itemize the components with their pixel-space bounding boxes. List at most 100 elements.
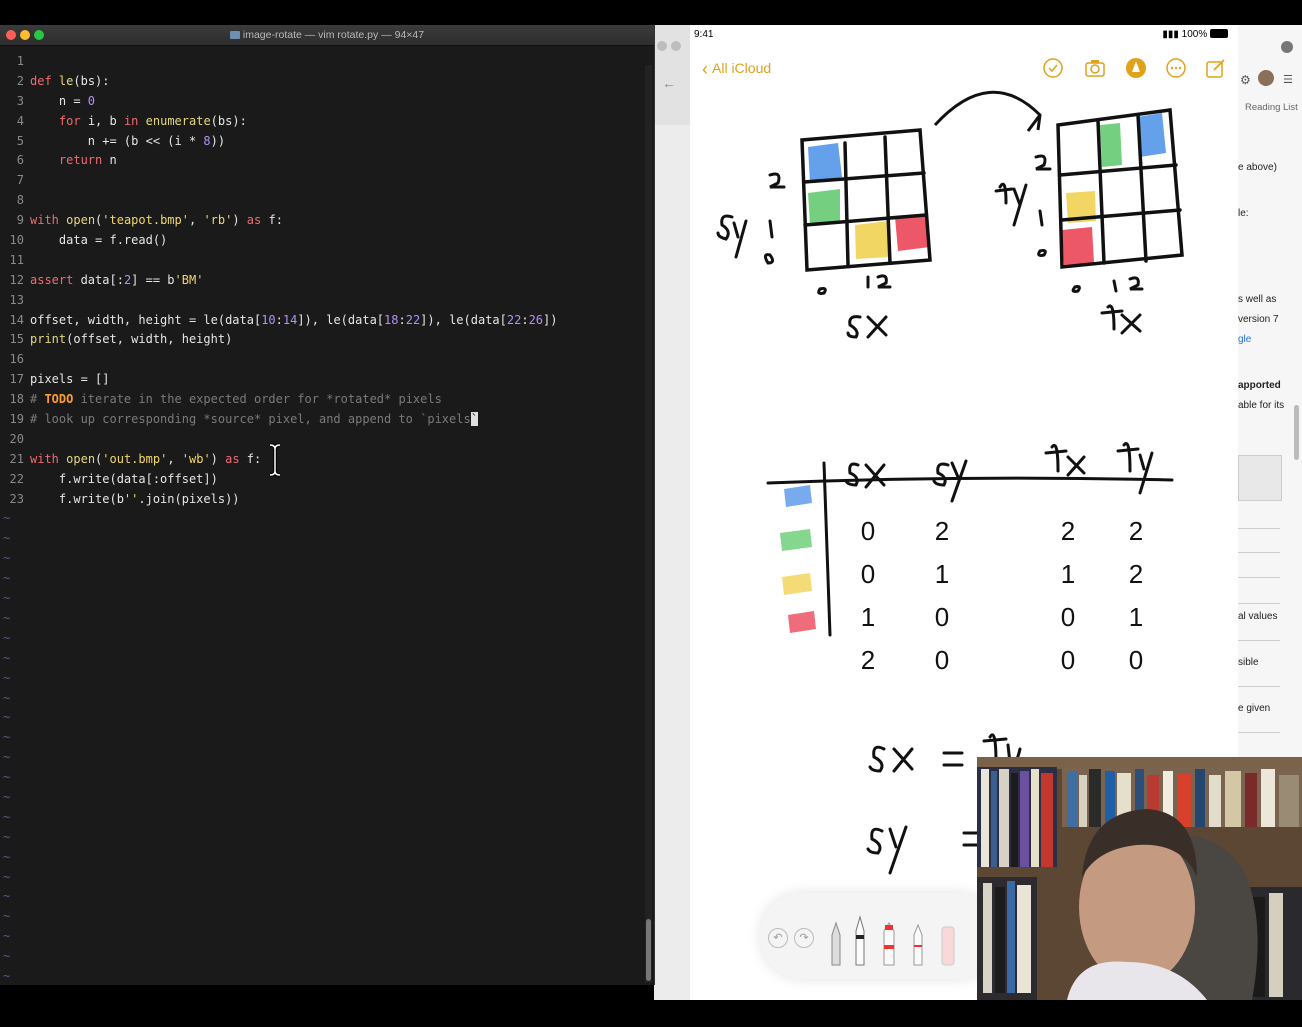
code-text[interactable]: # TODO iterate in the expected order for… [30, 392, 442, 406]
marker-icon [855, 915, 865, 966]
table-cell-sy: 2 [935, 516, 949, 546]
code-text[interactable]: with open('out.bmp', 'wb') as f: [30, 452, 261, 466]
code-line[interactable]: 20 [0, 430, 640, 450]
code-text[interactable]: f.write(b''.join(pixels)) [30, 492, 240, 506]
table-cell-tx: 0 [1061, 602, 1075, 632]
reading-list-label[interactable]: Reading List [1245, 102, 1298, 113]
scrollbar-track[interactable] [645, 65, 652, 983]
table-row [1238, 640, 1280, 641]
terminal-titlebar[interactable]: image-rotate — vim rotate.py — 94×47 [0, 25, 654, 46]
code-text[interactable]: print(offset, width, height) [30, 332, 232, 346]
code-text[interactable]: def le(bs): [30, 74, 110, 88]
empty-line-tilde: ~ [3, 909, 11, 924]
line-number: 14 [9, 312, 24, 327]
code-text[interactable]: data = f.read() [30, 233, 167, 247]
code-text[interactable]: n = 0 [30, 94, 95, 108]
redo-icon[interactable]: ↷ [794, 928, 814, 948]
code-line[interactable]: 8 [0, 191, 640, 211]
code-line[interactable]: 14 offset, width, height = le(data[10:14]… [0, 311, 640, 331]
code-line[interactable]: 7 [0, 171, 640, 191]
scrollbar[interactable] [1294, 405, 1299, 460]
drawing-tool-palette[interactable]: ↶ ↷ [760, 893, 1000, 979]
code-editor[interactable]: 1 2 def le(bs): 3 n = 04 for i, b in enumer… [0, 52, 640, 987]
code-line[interactable]: 6 return n [0, 151, 640, 171]
table-cell-tx: 0 [1061, 645, 1075, 675]
empty-line-tilde: ~ [3, 551, 11, 566]
pencil-icon [831, 921, 841, 966]
avatar[interactable] [1258, 70, 1274, 86]
code-line[interactable]: 16 [0, 350, 640, 370]
terminal-title-text: image-rotate — vim rotate.py — 94×47 [242, 29, 425, 41]
code-line[interactable]: 19 # look up corresponding *source* pixel… [0, 410, 640, 430]
undo-icon[interactable]: ↶ [768, 928, 788, 948]
code-line[interactable]: 10 data = f.read() [0, 231, 640, 251]
code-line[interactable]: 11 [0, 251, 640, 271]
empty-line-tilde: ~ [3, 670, 11, 685]
terminal-window[interactable]: image-rotate — vim rotate.py — 94×47 12d… [0, 25, 655, 985]
terminal-title: image-rotate — vim rotate.py — 94×47 [0, 25, 654, 45]
table-cell-ty: 2 [1129, 516, 1143, 546]
code-line[interactable]: 17 pixels = [] [0, 370, 640, 390]
page-text-snippet: sible [1238, 657, 1259, 668]
pen-tools[interactable] [826, 915, 966, 975]
code-line[interactable]: 2 def le(bs): [0, 72, 640, 92]
code-text[interactable]: # look up corresponding *source* pixel, … [30, 412, 478, 427]
code-line[interactable]: 12 assert data[:2] == b'BM' [0, 271, 640, 291]
code-line[interactable]: 3 n = 0 [0, 92, 640, 112]
line-number: 7 [16, 173, 24, 188]
code-line[interactable]: 23 f.write(b''.join(pixels)) [0, 490, 640, 510]
code-line[interactable]: 18 # TODO iterate in the expected order f… [0, 390, 640, 410]
empty-line-tilde: ~ [3, 750, 11, 765]
line-number: 19 [9, 412, 24, 427]
code-line[interactable]: 22 f.write(data[:offset]) [0, 470, 640, 490]
empty-line-tilde: ~ [3, 789, 11, 804]
line-number: 9 [16, 213, 24, 228]
bottom-black-bar [0, 1000, 1302, 1027]
empty-line-tilde: ~ [3, 511, 11, 526]
line-number: 13 [9, 292, 24, 307]
code-text[interactable]: assert data[:2] == b'BM' [30, 273, 203, 287]
line-number: 23 [9, 491, 24, 506]
back-arrow-icon[interactable]: ← [662, 75, 676, 91]
target-grid [1056, 108, 1184, 269]
empty-line-tilde: ~ [3, 710, 11, 725]
table-cell-sy: 0 [935, 602, 949, 632]
line-number: 3 [16, 93, 24, 108]
empty-line-tilde: ~ [3, 650, 11, 665]
page-text-snippet[interactable]: gle [1238, 334, 1300, 345]
code-text[interactable]: return n [30, 153, 117, 167]
line-number: 2 [16, 73, 24, 88]
table-cell-sx: 2 [861, 645, 875, 675]
code-line[interactable]: 13 [0, 291, 640, 311]
code-line[interactable]: 1 [0, 52, 640, 72]
empty-line-tilde: ~ [3, 849, 11, 864]
line-number: 18 [9, 392, 24, 407]
settings-icon[interactable] [1281, 41, 1293, 53]
empty-line-tilde: ~ [3, 949, 11, 964]
window-button[interactable] [671, 41, 681, 51]
page-text-snippet: e above) [1238, 162, 1277, 173]
code-line[interactable]: 21 with open('out.bmp', 'wb') as f: [0, 450, 640, 470]
empty-line-tilde: ~ [3, 610, 11, 625]
code-line[interactable]: 9 with open('teapot.bmp', 'rb') as f: [0, 211, 640, 231]
code-text[interactable]: offset, width, height = le(data[10:14]),… [30, 313, 557, 327]
code-line[interactable]: 4 for i, b in enumerate(bs): [0, 112, 640, 132]
code-line[interactable]: 15 print(offset, width, height) [0, 330, 640, 350]
code-text[interactable]: n += (b << (i * 8)) [30, 134, 225, 148]
window-button[interactable] [657, 41, 667, 51]
code-text[interactable]: with open('teapot.bmp', 'rb') as f: [30, 213, 283, 227]
table-cell-ty: 0 [1129, 645, 1143, 675]
line-number: 16 [9, 352, 24, 367]
table-row [1238, 686, 1280, 687]
table-cell-sx: 1 [861, 602, 875, 632]
pen-icon [913, 923, 923, 966]
extension-icon[interactable]: ⚙ [1240, 73, 1251, 87]
code-text[interactable]: f.write(data[:offset]) [30, 472, 218, 486]
code-line[interactable]: 5 n += (b << (i * 8)) [0, 132, 640, 152]
code-text[interactable]: pixels = [] [30, 372, 109, 386]
table-cell-ty: 2 [1129, 559, 1143, 589]
code-text[interactable]: for i, b in enumerate(bs): [30, 114, 247, 128]
scrollbar-thumb[interactable] [646, 919, 651, 981]
table-row [1238, 732, 1280, 733]
reading-list-icon[interactable]: ☰ [1283, 73, 1293, 86]
